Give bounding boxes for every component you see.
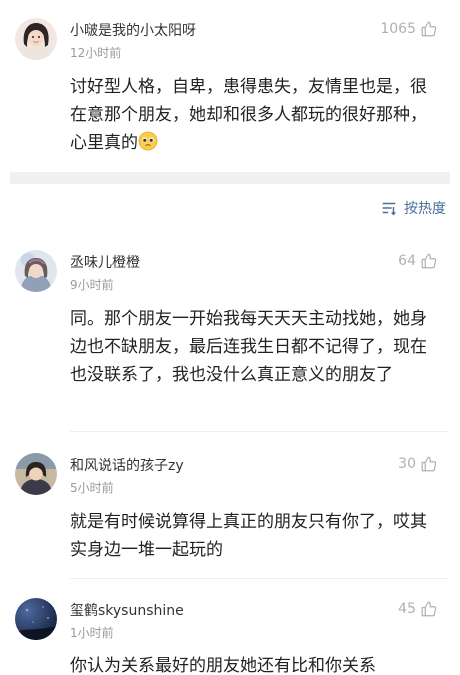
like-count: 45 <box>398 601 416 617</box>
like-button[interactable]: 1065 <box>380 20 438 38</box>
timestamp: 5小时前 <box>70 481 114 495</box>
like-button[interactable]: 30 <box>398 455 438 473</box>
divider <box>70 431 448 432</box>
avatar[interactable] <box>15 598 57 640</box>
avatar[interactable] <box>15 453 57 495</box>
timestamp: 12小时前 <box>70 46 122 60</box>
timestamp: 1小时前 <box>70 626 114 640</box>
divider <box>70 578 448 579</box>
thumbs-up-icon <box>420 20 438 38</box>
like-button[interactable]: 64 <box>398 252 438 270</box>
comment-text: 讨好型人格，自卑，患得患失，友情里也是，很在意那个朋友，她却和很多人都玩的很好那… <box>70 73 440 157</box>
sort-label: 按热度 <box>404 201 446 217</box>
comment-text: 就是有时候说算得上真正的朋友只有你了，哎其实身边一堆一起玩的 <box>70 512 427 560</box>
avatar[interactable] <box>15 250 57 292</box>
like-button[interactable]: 45 <box>398 600 438 618</box>
username[interactable]: 玺鹤skysunshine <box>70 600 184 620</box>
username[interactable]: 小啵是我的小太阳呀 <box>70 20 196 40</box>
section-divider <box>10 172 450 184</box>
username[interactable]: 丞味儿橙橙 <box>70 252 140 272</box>
sort-lines-icon <box>380 199 398 217</box>
comment-text: 同。那个朋友一开始我每天天天主动找她，她身边也不缺朋友，最后连我生日都不记得了，… <box>70 309 427 385</box>
thumbs-up-icon <box>420 455 438 473</box>
avatar[interactable] <box>15 18 57 60</box>
like-count: 64 <box>398 253 416 269</box>
thumbs-up-icon <box>420 600 438 618</box>
thumbs-up-icon <box>420 252 438 270</box>
username[interactable]: 和风说话的孩子zy <box>70 455 184 475</box>
sort-by-hot-button[interactable]: 按热度 <box>380 198 446 218</box>
like-count: 1065 <box>380 21 416 37</box>
like-count: 30 <box>398 456 416 472</box>
comment-text: 你认为关系最好的朋友她还有比和你关系 <box>70 656 376 675</box>
timestamp: 9小时前 <box>70 278 114 292</box>
comment-text-content: 讨好型人格，自卑，患得患失，友情里也是，很在意那个朋友，她却和很多人都玩的很好那… <box>70 77 427 153</box>
pleading-face-icon <box>138 131 158 151</box>
